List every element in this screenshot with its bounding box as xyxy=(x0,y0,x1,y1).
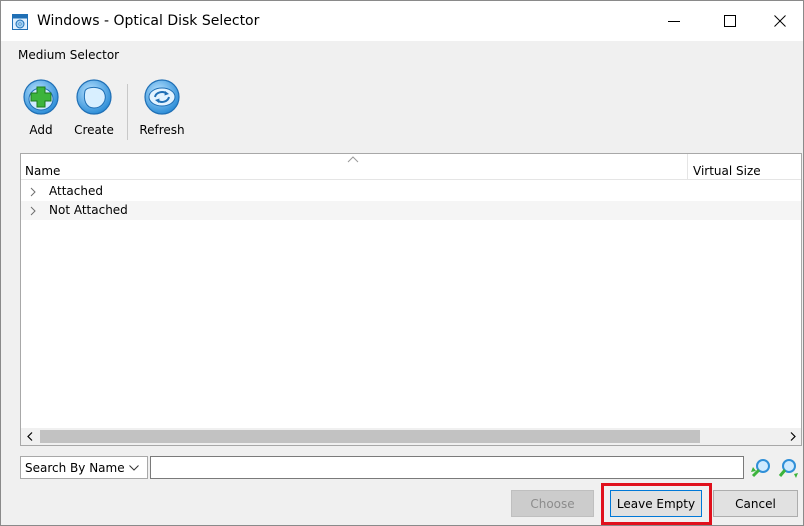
tree-row-not-attached[interactable]: Not Attached xyxy=(21,201,801,220)
sort-ascending-icon xyxy=(347,156,359,163)
column-header-virtual-size[interactable]: Virtual Size xyxy=(693,164,761,178)
title-bar: Windows - Optical Disk Selector xyxy=(1,1,803,41)
window-title: Windows - Optical Disk Selector xyxy=(37,13,260,29)
tree-row-label: Not Attached xyxy=(49,203,128,217)
minimize-button[interactable] xyxy=(651,1,697,41)
search-mode-dropdown[interactable]: Search By Name xyxy=(20,456,148,479)
tree-row-attached[interactable]: Attached xyxy=(21,182,801,201)
search-backward-button[interactable] xyxy=(750,457,772,479)
search-backward-icon xyxy=(751,459,770,478)
scroll-left-button[interactable] xyxy=(21,428,38,445)
search-mode-value: Search By Name xyxy=(25,461,125,475)
scrollbar-thumb[interactable] xyxy=(40,430,700,443)
refresh-label: Refresh xyxy=(139,123,185,137)
column-header-name[interactable]: Name xyxy=(25,164,60,178)
tree-header: Name Virtual Size xyxy=(21,154,801,180)
optical-disk-icon xyxy=(12,14,28,30)
choose-button[interactable]: Choose xyxy=(511,490,594,517)
add-button[interactable]: Add xyxy=(18,78,64,137)
medium-selector-label: Medium Selector xyxy=(18,48,120,62)
chevron-right-icon[interactable] xyxy=(29,206,37,216)
chevron-right-icon xyxy=(790,432,796,441)
search-input[interactable] xyxy=(150,456,744,479)
minimize-icon xyxy=(668,21,680,22)
cancel-button[interactable]: Cancel xyxy=(713,490,798,517)
create-disk-icon xyxy=(76,79,112,115)
search-forward-icon xyxy=(778,459,798,478)
optical-disk-selector-window: Windows - Optical Disk Selector Medium S… xyxy=(0,0,804,526)
create-label: Create xyxy=(74,123,114,137)
toolbar-separator xyxy=(127,84,128,140)
column-divider[interactable] xyxy=(687,154,688,180)
horizontal-scrollbar[interactable] xyxy=(21,428,801,445)
create-button[interactable]: Create xyxy=(68,78,120,137)
maximize-button[interactable] xyxy=(707,1,753,41)
search-forward-button[interactable] xyxy=(778,457,800,479)
scroll-right-button[interactable] xyxy=(784,428,801,445)
leave-empty-button[interactable]: Leave Empty xyxy=(610,490,702,517)
close-icon xyxy=(774,15,786,27)
close-button[interactable] xyxy=(757,1,803,41)
refresh-button[interactable]: Refresh xyxy=(135,78,189,137)
maximize-icon xyxy=(724,15,736,27)
chevron-left-icon xyxy=(26,432,32,441)
medium-tree[interactable]: Name Virtual Size Attached Not Attached xyxy=(20,153,802,446)
chevron-down-icon xyxy=(129,465,139,471)
tree-row-label: Attached xyxy=(49,184,103,198)
add-label: Add xyxy=(29,123,53,137)
add-disk-icon xyxy=(23,79,59,115)
chevron-right-icon[interactable] xyxy=(29,187,37,197)
refresh-icon xyxy=(144,79,180,115)
